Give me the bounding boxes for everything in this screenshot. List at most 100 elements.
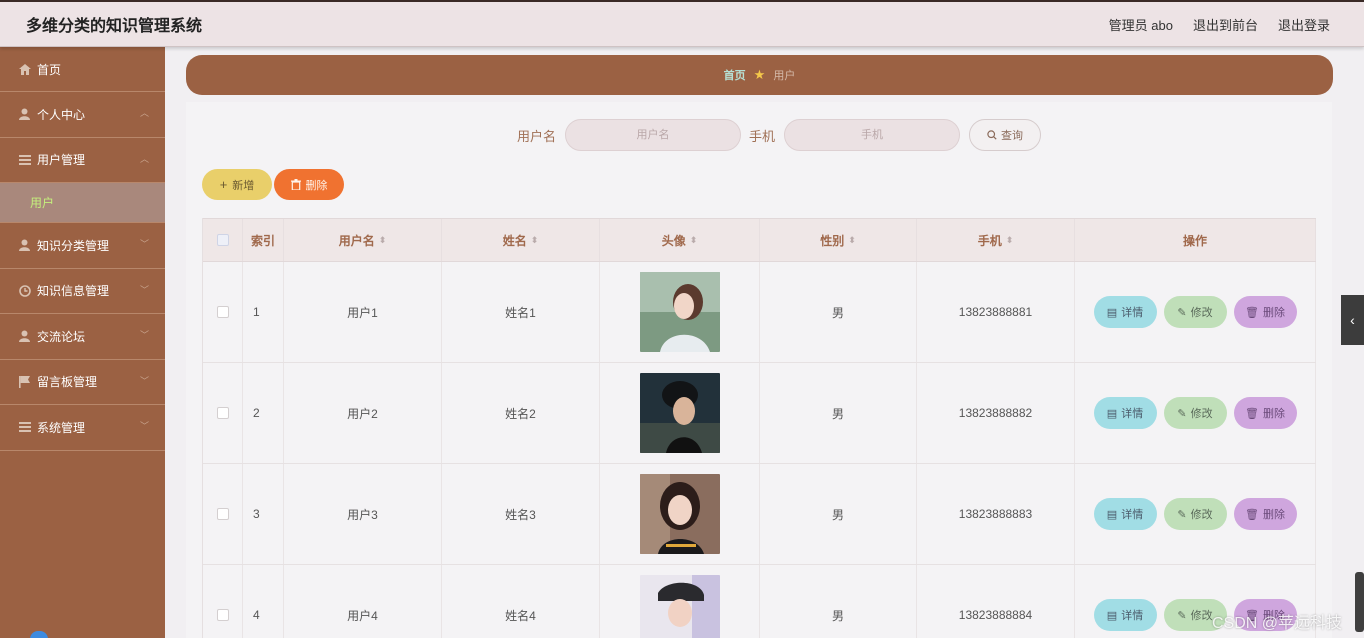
gender-cell: 男	[760, 464, 917, 564]
delete-button[interactable]: 🗑 删除	[1233, 397, 1297, 429]
detail-label: 详情	[1121, 307, 1144, 319]
select-all-checkbox[interactable]	[216, 234, 229, 246]
row-select-cell	[203, 262, 243, 362]
add-button[interactable]: + 新增	[202, 169, 272, 200]
sidebar-item-knowledge-info[interactable]: 知识信息管理 ﹀	[0, 269, 165, 314]
header-label: 手机	[977, 233, 1002, 248]
index-cell: 2	[243, 363, 284, 463]
breadcrumb-home[interactable]: 首页	[724, 67, 746, 83]
sidebar-item-user-management[interactable]: 用户管理 ︿	[0, 138, 165, 183]
document-icon: ▤	[1106, 508, 1118, 521]
column-header-username[interactable]: 用户名 ⬍	[284, 219, 442, 261]
collapse-handle[interactable]: ‹	[1341, 295, 1364, 345]
username-search-input[interactable]: 用户名	[565, 119, 741, 151]
gender-cell: 男	[760, 565, 917, 638]
header-label: 操作	[1182, 233, 1207, 248]
name-cell: 姓名1	[442, 262, 600, 362]
sort-icon[interactable]: ⬍	[690, 235, 698, 246]
row-checkbox[interactable]	[216, 306, 229, 318]
column-header-gender[interactable]: 性别 ⬍	[760, 219, 917, 261]
delete-label: 删除	[1262, 509, 1285, 521]
username-cell: 用户1	[284, 262, 442, 362]
header-label: 姓名	[502, 233, 527, 248]
pencil-icon: ✎	[1177, 306, 1187, 319]
sort-icon[interactable]: ⬍	[1006, 235, 1014, 246]
batch-delete-button[interactable]: 删除	[274, 169, 344, 200]
sidebar-item-label: 用户管理	[37, 153, 86, 168]
sort-icon[interactable]: ⬍	[848, 235, 856, 246]
avatar[interactable]	[639, 474, 720, 554]
detail-label: 详情	[1121, 610, 1144, 622]
avatar-cell	[600, 262, 760, 362]
chevron-down-icon: ︿	[139, 108, 149, 119]
trash-icon	[290, 179, 301, 190]
chevron-down-icon: ﹀	[139, 375, 149, 386]
sidebar-item-knowledge-category[interactable]: 知识分类管理 ﹀	[0, 223, 165, 269]
detail-button[interactable]: ▤ 详情	[1093, 599, 1157, 631]
sidebar-item-forum[interactable]: 交流论坛 ﹀	[0, 314, 165, 360]
avatar[interactable]	[639, 373, 720, 453]
delete-label: 删除	[1262, 408, 1285, 420]
sidebar-item-label: 留言板管理	[37, 375, 98, 390]
logout-link[interactable]: 退出登录	[1278, 15, 1330, 34]
table-row: 1 用户1 姓名1 男 13823888881 ▤ 详情 ✎ 修改 🗑 删除	[203, 262, 1316, 363]
sidebar-item-message-board[interactable]: 留言板管理 ﹀	[0, 360, 165, 405]
star-icon: ★	[753, 67, 766, 82]
table-row: 4 用户4 姓名4 男 13823888884 ▤ 详情 ✎ 修改 🗑 删除	[203, 565, 1316, 638]
phone-search-input[interactable]: 手机	[784, 119, 961, 151]
column-header-actions: 操作	[1075, 219, 1316, 261]
sidebar-item-label: 首页	[37, 62, 62, 77]
edit-button[interactable]: ✎ 修改	[1163, 498, 1227, 530]
flag-icon	[18, 375, 31, 388]
sort-icon[interactable]: ⬍	[531, 235, 539, 246]
column-header-phone[interactable]: 手机 ⬍	[917, 219, 1075, 261]
header-label: 性别	[820, 233, 845, 248]
admin-user-link[interactable]: 管理员 abo	[1109, 15, 1173, 34]
select-all-cell	[203, 219, 243, 261]
search-form: 用户名 用户名 手机 手机 查询	[186, 119, 1332, 151]
sidebar-subitem-users[interactable]: 用户	[0, 183, 165, 223]
sidebar: 首页 个人中心 ︿ 用户管理 ︿ 用户 知识分类管理 ﹀ 知识信息管理 ﹀ 交流…	[0, 47, 165, 638]
chevron-down-icon: ﹀	[139, 330, 149, 341]
query-button[interactable]: 查询	[969, 119, 1042, 151]
header-label: 头像	[661, 233, 686, 248]
delete-button[interactable]: 🗑 删除	[1233, 498, 1297, 530]
header-label: 索引	[250, 233, 275, 248]
sidebar-item-home[interactable]: 首页	[0, 47, 165, 92]
column-header-name[interactable]: 姓名 ⬍	[442, 219, 600, 261]
document-icon: ▤	[1106, 609, 1118, 622]
watermark: CSDN @苹远科技	[1212, 615, 1343, 632]
sort-icon[interactable]: ⬍	[379, 235, 387, 246]
header-label: 用户名	[338, 233, 375, 248]
avatar-cell	[600, 464, 760, 564]
edit-button[interactable]: ✎ 修改	[1163, 296, 1227, 328]
document-icon: ▤	[1106, 306, 1118, 319]
detail-button[interactable]: ▤ 详情	[1093, 397, 1157, 429]
username-cell: 用户4	[284, 565, 442, 638]
column-header-avatar[interactable]: 头像 ⬍	[600, 219, 760, 261]
detail-button[interactable]: ▤ 详情	[1093, 498, 1157, 530]
name-cell: 姓名4	[442, 565, 600, 638]
person-icon	[18, 239, 31, 252]
gender-cell: 男	[760, 363, 917, 463]
avatar[interactable]	[639, 575, 720, 638]
row-checkbox[interactable]	[216, 407, 229, 419]
row-checkbox[interactable]	[216, 609, 229, 621]
exit-to-front-link[interactable]: 退出到前台	[1193, 15, 1258, 34]
breadcrumb: 首页 ★ 用户	[186, 55, 1333, 95]
delete-button[interactable]: 🗑 删除	[1233, 296, 1297, 328]
edit-button[interactable]: ✎ 修改	[1163, 397, 1227, 429]
detail-label: 详情	[1121, 408, 1144, 420]
sidebar-item-personal-center[interactable]: 个人中心 ︿	[0, 92, 165, 138]
table-row: 2 用户2 姓名2 男 13823888882 ▤ 详情 ✎ 修改 🗑 删除	[203, 363, 1316, 464]
user-table: 索引 用户名 ⬍ 姓名 ⬍ 头像 ⬍ 性别 ⬍ 手机 ⬍ 操作 1 用户1 姓名1 男 1…	[202, 218, 1316, 638]
avatar-cell	[600, 565, 760, 638]
sidebar-item-system[interactable]: 系统管理 ﹀	[0, 405, 165, 451]
detail-button[interactable]: ▤ 详情	[1093, 296, 1157, 328]
row-checkbox[interactable]	[216, 508, 229, 520]
username-label: 用户名	[516, 128, 556, 144]
header-links: 管理员 abo 退出到前台 退出登录	[1109, 15, 1330, 34]
avatar[interactable]	[639, 272, 720, 352]
phone-cell: 13823888883	[917, 464, 1075, 564]
scrollbar[interactable]	[1355, 572, 1364, 632]
